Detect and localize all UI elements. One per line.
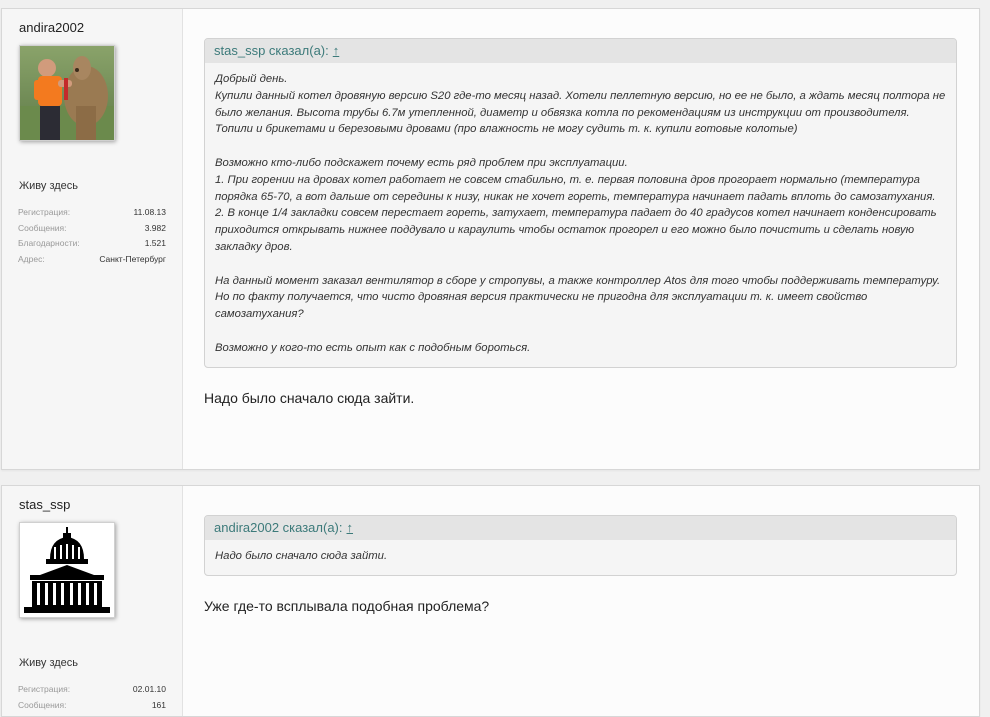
- quote-line: Добрый день.: [215, 73, 288, 85]
- quote-header: stas_ssp сказал(а): ↑: [205, 39, 956, 63]
- stat-row-address: Адрес: Санкт-Петербург: [18, 252, 166, 268]
- message-text: Надо было сначало сюда зайти.: [204, 389, 415, 406]
- stat-value: 02.01.10: [132, 684, 166, 694]
- stat-label: Сообщения:: [18, 699, 67, 710]
- stat-row-thanks: Благодарности: 1.521: [18, 236, 166, 252]
- quote-jump-arrow-icon[interactable]: ↑: [347, 520, 354, 535]
- username-link[interactable]: stas_ssp: [19, 497, 70, 512]
- avatar-photo-icon: [20, 46, 114, 140]
- stat-value: Санкт-Петербург: [99, 253, 166, 264]
- user-stats: Регистрация: 11.08.13 Сообщения: 3.982 Б…: [18, 205, 166, 267]
- stat-value: 11.08.13: [133, 207, 166, 217]
- user-title: Живу здесь: [19, 657, 79, 669]
- quote-body: Добрый день. Купили данный котел дровяну…: [205, 63, 956, 367]
- quote-author: stas_ssp сказал(а):: [214, 43, 329, 58]
- quote-line: Возможно у кого-то есть опыт как с подоб…: [215, 341, 531, 354]
- stat-value[interactable]: 3.982: [145, 221, 166, 237]
- quote-line: 2. В конце 1/4 закладки совсем перестает…: [215, 207, 937, 253]
- stat-row-messages: Сообщения: 3.982: [18, 221, 166, 237]
- post-content: stas_ssp сказал(а): ↑ Добрый день. Купили…: [204, 38, 957, 406]
- stat-label: Регистрация:: [18, 207, 71, 217]
- quote-line-blank: [215, 256, 946, 273]
- stat-value: 1.521: [144, 238, 166, 248]
- stat-row-registration: Регистрация: 02.01.10: [18, 682, 166, 698]
- message-text: Уже где-то всплывала подобная проблема?: [204, 597, 490, 614]
- quote-line: Надо было сначало сюда зайти.: [215, 550, 388, 562]
- quote-line-blank: [215, 138, 946, 155]
- quote-author: andira2002 сказал(а):: [214, 520, 343, 535]
- stat-row-registration: Регистрация: 11.08.13: [18, 205, 166, 221]
- quote-header: andira2002 сказал(а): ↑: [205, 516, 956, 540]
- user-title: Живу здесь: [19, 180, 79, 192]
- quote-block: stas_ssp сказал(а): ↑ Добрый день. Купили…: [204, 38, 957, 368]
- quote-body: Надо было сначало сюда зайти.: [205, 540, 956, 575]
- quote-line: На данный момент заказал вентилятор в сб…: [215, 274, 941, 321]
- quote-line: Купили данный котел дровяную версию S20 …: [215, 89, 946, 136]
- forum-post: stas_ssp Живу здесь Регистрация: 02.01.1…: [1, 485, 980, 717]
- stat-label: Благодарности:: [18, 238, 80, 248]
- stat-label: Адрес:: [18, 253, 45, 264]
- quote-jump-arrow-icon[interactable]: ↑: [333, 43, 340, 58]
- quote-block: andira2002 сказал(а): ↑ Надо было сначало…: [204, 515, 957, 576]
- stat-label: Сообщения:: [18, 222, 67, 233]
- quote-line-blank: [215, 323, 946, 340]
- quote-line: Возможно кто-либо подскажет почему есть …: [215, 156, 628, 169]
- user-stats: Регистрация: 02.01.10 Сообщения: 161: [18, 682, 166, 713]
- capitol-building-icon: [20, 523, 114, 617]
- forum-post: andira2002 Живу здесь Регистрация: 11.08…: [1, 8, 980, 470]
- stat-label: Регистрация:: [18, 684, 71, 694]
- post-content: andira2002 сказал(а): ↑ Надо было сначало…: [204, 515, 957, 614]
- stat-row-messages: Сообщения: 161: [18, 698, 166, 714]
- quote-line: 1. При горении на дровах котел работает …: [215, 173, 936, 203]
- user-info-sidebar: andira2002 Живу здесь Регистрация: 11.08…: [2, 9, 183, 469]
- user-avatar[interactable]: [19, 522, 115, 618]
- user-info-sidebar: stas_ssp Живу здесь Регистрация: 02.01.1…: [2, 486, 183, 716]
- user-avatar[interactable]: [19, 45, 115, 141]
- username-link[interactable]: andira2002: [19, 20, 84, 35]
- stat-value[interactable]: 161: [152, 698, 166, 714]
